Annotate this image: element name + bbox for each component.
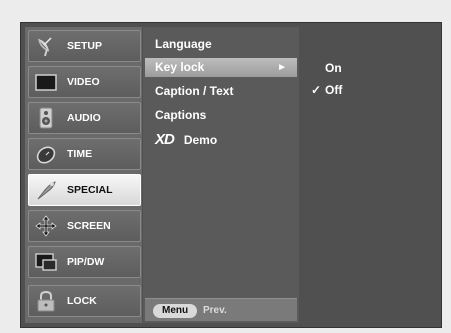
sidebar-item-label: SCREEN	[67, 220, 111, 232]
option-label: On	[325, 61, 342, 75]
monitor-icon	[35, 71, 57, 93]
speaker-icon	[35, 107, 57, 129]
sidebar-item-audio[interactable]: AUDIO	[28, 102, 141, 134]
menu-button[interactable]: Menu	[153, 304, 198, 318]
menu-item-label: Caption / Text	[155, 84, 234, 98]
menu-item-captions[interactable]: Captions	[145, 106, 297, 125]
menu-item-label: Captions	[155, 108, 207, 122]
option-off[interactable]: ✓ Off	[301, 81, 439, 99]
sidebar-item-label: SPECIAL	[67, 184, 113, 196]
sidebar-item-screen[interactable]: SCREEN	[28, 210, 141, 242]
sidebar-item-pip-dw[interactable]: PIP/DW	[28, 246, 141, 278]
menu-item-language[interactable]: Language	[145, 35, 297, 54]
option-on[interactable]: On	[301, 59, 439, 77]
satellite-dish-icon	[35, 35, 57, 57]
key-lock-options: On ✓ Off	[301, 27, 439, 323]
sidebar-item-label: AUDIO	[67, 112, 101, 124]
sidebar-item-label: SETUP	[67, 40, 103, 52]
right-arrow-icon: ►	[277, 62, 287, 73]
menu-item-xd-demo[interactable]: XD Demo	[145, 130, 297, 149]
pip-icon	[35, 251, 57, 273]
menu-item-label: Demo	[183, 133, 218, 147]
option-label: Off	[325, 83, 343, 97]
menu-item-label: Key lock	[155, 60, 205, 74]
sidebar-item-label: VIDEO	[67, 76, 100, 88]
sidebar-item-time[interactable]: TIME	[28, 138, 141, 170]
submenu-footer: Menu Prev.	[145, 298, 297, 321]
clock-icon	[35, 143, 57, 165]
special-icon	[35, 179, 57, 201]
prev-hint: Prev.	[203, 305, 227, 316]
menu-item-label: Language	[155, 37, 212, 51]
sidebar-item-video[interactable]: VIDEO	[28, 66, 141, 98]
sidebar-item-setup[interactable]: SETUP	[28, 30, 141, 62]
check-icon: ✓	[311, 83, 322, 97]
xd-logo: XD	[155, 131, 175, 148]
main-menu-sidebar: SETUP VIDEO AUDIO TIME SPECIAL SCREEN PI…	[25, 27, 142, 323]
osd-menu-screen: SETUP VIDEO AUDIO TIME SPECIAL SCREEN PI…	[20, 22, 442, 328]
sidebar-item-lock[interactable]: LOCK	[28, 285, 141, 317]
sidebar-item-label: LOCK	[67, 295, 97, 307]
padlock-icon	[35, 290, 57, 312]
sidebar-item-label: PIP/DW	[67, 256, 105, 268]
sidebar-item-label: TIME	[67, 148, 93, 160]
menu-item-caption-text[interactable]: Caption / Text	[145, 82, 297, 101]
sidebar-item-special[interactable]: SPECIAL	[28, 174, 141, 206]
special-submenu: Language Key lock ► Caption / Text Capti…	[143, 27, 299, 323]
move-arrows-icon	[35, 215, 57, 237]
menu-item-key-lock[interactable]: Key lock ►	[145, 58, 297, 77]
